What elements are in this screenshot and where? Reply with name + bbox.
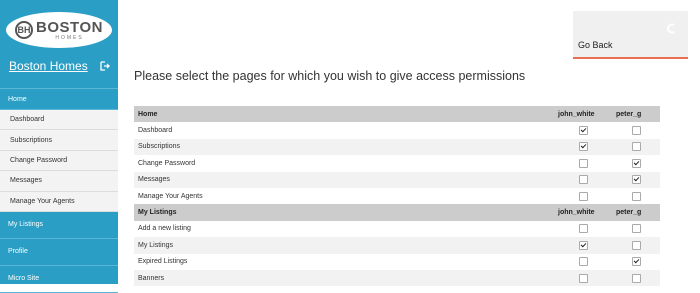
permission-row: My Listings bbox=[134, 237, 660, 254]
user-column-header: john_white bbox=[554, 204, 612, 221]
page-name: Expired Listings bbox=[134, 253, 554, 270]
brand-logo[interactable]: BH BOSTON HOMES bbox=[6, 12, 112, 48]
permission-checkbox-peter-g[interactable] bbox=[631, 175, 641, 185]
nav-home[interactable]: Home bbox=[0, 88, 118, 110]
subnav-item-subscriptions[interactable]: Subscriptions bbox=[0, 130, 118, 151]
group-header-row: My Listings john_white peter_g bbox=[134, 204, 660, 221]
permission-row: Change Password bbox=[134, 155, 660, 172]
page-name: Manage Your Agents bbox=[134, 187, 554, 205]
permission-row: Subscriptions bbox=[134, 138, 660, 156]
site-title-row: Boston Homes bbox=[0, 52, 118, 80]
permissions-table: Home john_white peter_g Dashboard Subscripti… bbox=[134, 106, 660, 287]
permission-checkbox-john-white[interactable] bbox=[578, 126, 588, 136]
page-name: Change Password bbox=[134, 155, 554, 172]
user-column-header: peter_g bbox=[612, 204, 660, 221]
permission-checkbox-john-white[interactable] bbox=[578, 224, 588, 234]
permission-row: Dashboard bbox=[134, 122, 660, 139]
group-name: My Listings bbox=[134, 204, 554, 221]
permission-checkbox-john-white[interactable] bbox=[578, 257, 588, 267]
permission-checkbox-john-white[interactable] bbox=[578, 191, 588, 201]
permission-checkbox-peter-g[interactable] bbox=[631, 142, 641, 152]
user-column-header: peter_g bbox=[612, 106, 660, 123]
nav-profile[interactable]: Profile bbox=[0, 239, 118, 266]
permission-checkbox-john-white[interactable] bbox=[578, 240, 588, 250]
user-column-header: john_white bbox=[554, 106, 612, 123]
logout-icon[interactable] bbox=[100, 61, 110, 71]
subnav-item-dashboard[interactable]: Dashboard bbox=[0, 110, 118, 131]
subnav-item-change-password[interactable]: Change Password bbox=[0, 151, 118, 172]
permission-row: Add a new listing bbox=[134, 220, 660, 238]
nav-micro-site[interactable]: Micro Site bbox=[0, 266, 118, 293]
permission-checkbox-john-white[interactable] bbox=[578, 142, 588, 152]
logo-brand-text: BOSTON bbox=[36, 18, 103, 36]
subnav-item-messages[interactable]: Messages bbox=[0, 171, 118, 192]
group-name: Home bbox=[134, 106, 554, 123]
permission-checkbox-peter-g[interactable] bbox=[631, 240, 641, 250]
go-back-label: Go Back bbox=[578, 40, 613, 50]
permission-checkbox-john-white[interactable] bbox=[578, 158, 588, 168]
go-back-button[interactable]: Go Back bbox=[573, 11, 688, 59]
permission-checkbox-peter-g[interactable] bbox=[631, 257, 641, 267]
permission-checkbox-john-white[interactable] bbox=[578, 273, 588, 283]
permission-row: Expired Listings bbox=[134, 253, 660, 270]
subnav-item-manage-agents[interactable]: Manage Your Agents bbox=[0, 192, 118, 212]
permission-row: Messages bbox=[134, 171, 660, 188]
group-header-row: Home john_white peter_g bbox=[134, 106, 660, 123]
back-arrow-icon bbox=[667, 23, 675, 34]
logo-sub-text: HOMES bbox=[55, 34, 84, 41]
logo-area: BH BOSTON HOMES bbox=[0, 0, 118, 50]
permission-row: Manage Your Agents bbox=[134, 187, 660, 205]
page-name: My Listings bbox=[134, 237, 554, 254]
permission-checkbox-peter-g[interactable] bbox=[631, 158, 641, 168]
sidebar: BH BOSTON HOMES Boston Homes Home Dashbo… bbox=[0, 0, 118, 293]
permission-checkbox-peter-g[interactable] bbox=[631, 224, 641, 234]
page-name: Messages bbox=[134, 171, 554, 188]
home-subnav: Dashboard Subscriptions Change Password … bbox=[0, 110, 118, 212]
house-logo-icon: BH bbox=[15, 21, 34, 39]
nav-my-listings[interactable]: My Listings bbox=[0, 212, 118, 239]
permission-checkbox-peter-g[interactable] bbox=[631, 126, 641, 136]
permission-checkbox-peter-g[interactable] bbox=[631, 273, 641, 283]
page-name: Subscriptions bbox=[134, 138, 554, 156]
permission-checkbox-peter-g[interactable] bbox=[631, 191, 641, 201]
page-name: Add a new listing bbox=[134, 220, 554, 238]
page-title: Please select the pages for which you wi… bbox=[134, 69, 526, 83]
page-name: Dashboard bbox=[134, 122, 554, 139]
permission-checkbox-john-white[interactable] bbox=[578, 175, 588, 185]
site-title-link[interactable]: Boston Homes bbox=[9, 59, 88, 73]
